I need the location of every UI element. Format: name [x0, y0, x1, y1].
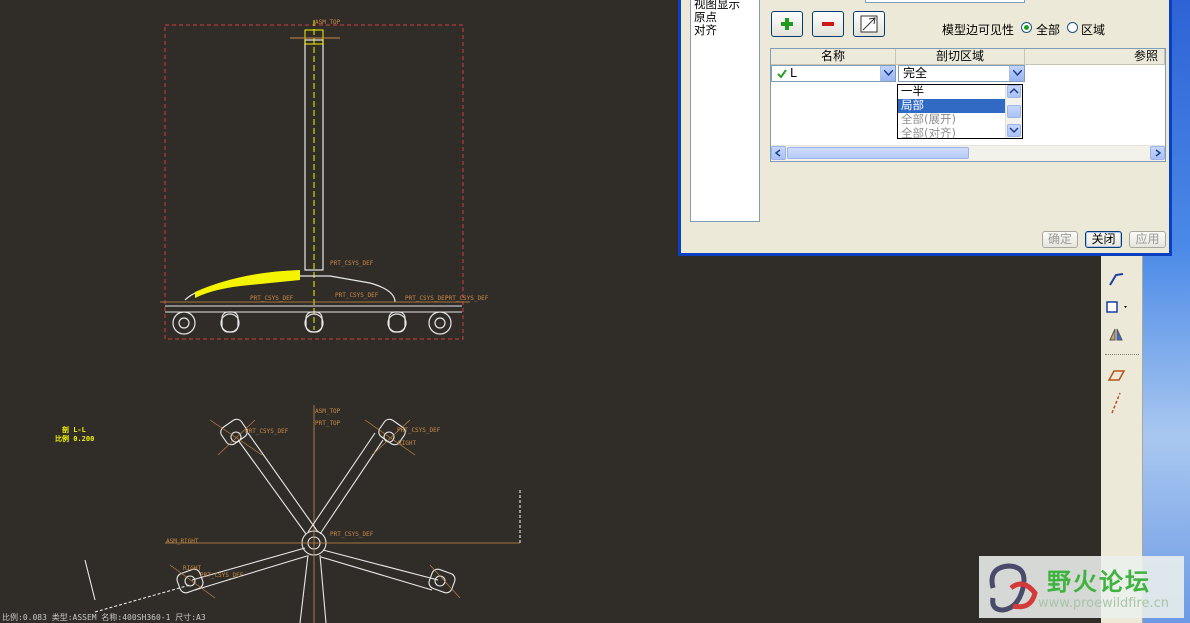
close-button[interactable]: 关闭 — [1085, 231, 1122, 248]
table-row-region-cell[interactable]: 完全 — [898, 65, 1025, 82]
dashed-line-tool-icon[interactable] — [1104, 392, 1128, 414]
label-asm-top: ASM_TOP — [315, 19, 341, 26]
label-csys-8: PRT_CSYS_DEF — [330, 531, 374, 538]
label-prt-top: PRT_TOP — [315, 420, 341, 427]
watermark-url: www.proewildfire.cn — [1038, 596, 1169, 611]
name-dropdown-button[interactable] — [880, 66, 895, 81]
drawing-status: 比例:0.083 类型:ASSEM 名称:400SH360-1 尺寸:A3 — [2, 612, 206, 622]
label-csys-2: PRT_CSYS_DEF — [250, 295, 294, 302]
remove-section-button[interactable] — [812, 11, 844, 37]
toolbar-separator — [1105, 354, 1139, 355]
dropdown-scroll-up[interactable] — [1007, 85, 1021, 98]
section-note-scale: 比例 0.200 — [55, 434, 94, 443]
add-section-button[interactable] — [771, 11, 803, 37]
table-row-name-cell[interactable]: L — [771, 65, 896, 82]
col-header-name[interactable]: 名称 — [771, 49, 896, 65]
flip-section-button[interactable] — [853, 11, 885, 37]
minus-icon — [822, 22, 834, 26]
top-input-field[interactable] — [865, 0, 1025, 3]
wildfire-logo-icon — [989, 563, 1038, 613]
forum-watermark: 野火论坛 www.proewildfire.cn — [979, 556, 1184, 618]
apply-button[interactable]: 应用 — [1129, 231, 1166, 248]
box-tool-icon[interactable] — [1104, 296, 1128, 318]
label-csys-3: PRT_CSYS_DEF — [335, 292, 379, 299]
dropdown-option-half[interactable]: 一半 — [898, 85, 1005, 99]
section-dialog: 视图显示 原点 对齐 模型边可见性 全部 区域 名称 剖切区域 参照 L 完全 — [678, 0, 1172, 256]
col-header-reference[interactable]: 参照 — [1025, 49, 1165, 65]
row-region-value: 完全 — [903, 66, 928, 80]
label-asm-top-2: ASM_TOP — [315, 408, 341, 415]
col-header-region[interactable]: 剖切区域 — [896, 49, 1025, 65]
radio-region[interactable] — [1067, 22, 1078, 33]
mirror-tool-icon[interactable] — [1104, 324, 1128, 346]
section-note-name: 剖 L-L — [62, 425, 86, 434]
line-tool-icon[interactable] — [1104, 268, 1128, 290]
scroll-left-button[interactable] — [771, 146, 786, 160]
category-item-align[interactable]: 对齐 — [694, 24, 756, 37]
flip-icon — [860, 15, 878, 33]
edge-visibility-label: 模型边可见性 — [942, 23, 1015, 37]
label-csys-1: PRT_CSYS_DEF — [330, 260, 374, 267]
scroll-right-button[interactable] — [1150, 146, 1165, 160]
radio-all-label: 全部 — [1036, 23, 1061, 37]
front-view[interactable]: ASM_TOP PRT_CSYS_DEF PRT_CSYS_DEF PRT_CS… — [160, 19, 489, 340]
plus-icon — [781, 18, 793, 30]
label-right-2: RIGHT — [398, 440, 416, 447]
label-csys-5: PRT_CSYS_DEF — [445, 295, 489, 302]
label-csys-6: PRT_CSYS_DEF — [245, 428, 289, 435]
category-list: 视图显示 原点 对齐 — [690, 0, 760, 222]
dropdown-option-full-aligned[interactable]: 全部(对齐) — [898, 127, 1005, 141]
scroll-thumb[interactable] — [787, 147, 969, 159]
dropdown-option-full-unfold[interactable]: 全部(展开) — [898, 113, 1005, 127]
label-right-1: RIGHT — [183, 565, 201, 572]
bottom-view[interactable] — [84, 405, 521, 623]
dropdown-scrollbar[interactable] — [1005, 85, 1022, 138]
radio-all[interactable] — [1021, 22, 1032, 33]
dropdown-scroll-down[interactable] — [1007, 124, 1021, 137]
ok-button[interactable]: 确定 — [1042, 231, 1078, 248]
check-icon — [777, 69, 787, 79]
label-asm-right: ASM_RIGHT — [166, 538, 199, 545]
region-dropdown-button[interactable] — [1009, 66, 1024, 81]
watermark-title: 野火论坛 — [1047, 568, 1151, 596]
dropdown-option-local[interactable]: 局部 — [898, 99, 1005, 113]
label-csys-9: PRT_CSYS_DEF — [200, 572, 244, 579]
dropdown-scroll-thumb[interactable] — [1007, 105, 1021, 118]
radio-region-label: 区域 — [1081, 23, 1106, 37]
region-dropdown-list[interactable]: 一半 局部 全部(展开) 全部(对齐) — [897, 84, 1023, 141]
row-name-value: L — [790, 66, 797, 80]
label-csys-7: PRT_CSYS_DEF — [397, 427, 441, 434]
parallelogram-tool-icon[interactable] — [1104, 364, 1128, 386]
horizontal-scrollbar[interactable] — [771, 145, 1165, 161]
label-csys-4: PRT_CSYS_DEF — [405, 295, 449, 302]
